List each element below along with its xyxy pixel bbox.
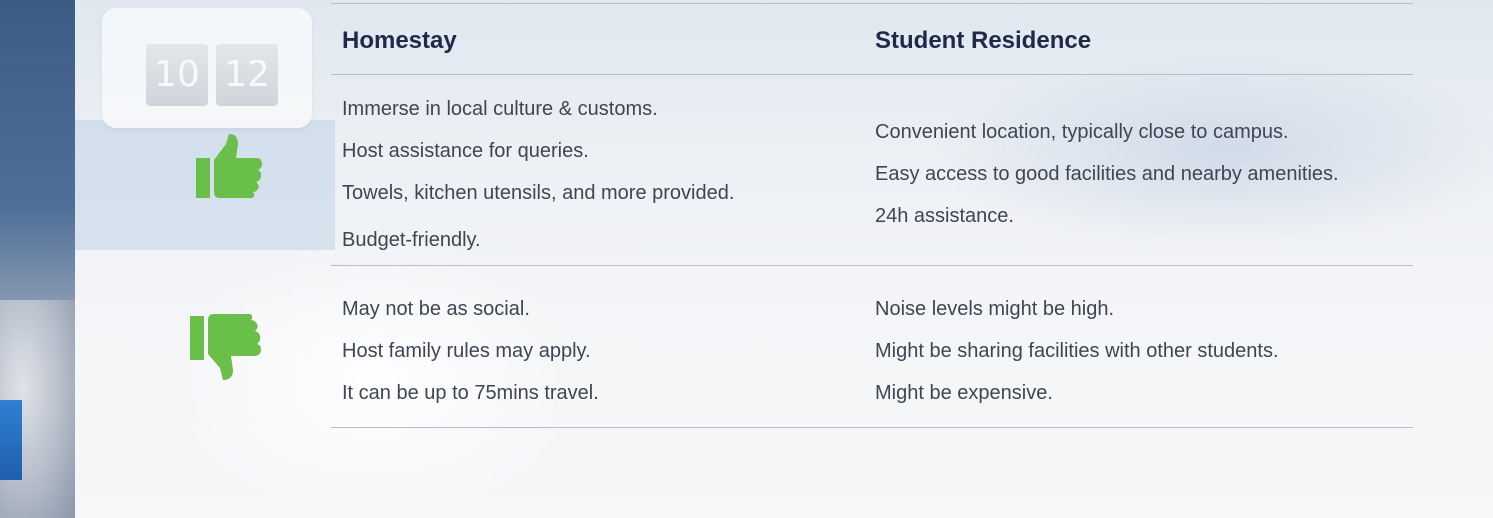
pro-residence-item: Easy access to good facilities and nearb… — [875, 163, 1339, 185]
homestay-heading: Homestay — [342, 27, 457, 54]
con-homestay-item: It can be up to 75mins travel. — [342, 382, 599, 404]
pro-homestay-item: Immerse in local culture & customs. — [342, 98, 658, 120]
pro-homestay-item: Budget-friendly. — [342, 229, 481, 251]
header-rule — [331, 74, 1413, 75]
con-homestay-item: Host family rules may apply. — [342, 340, 591, 362]
residence-heading: Student Residence — [875, 27, 1092, 54]
background-overlay — [75, 0, 1493, 518]
comparison-page: 10 12 Homestay Student Residence Immerse… — [0, 0, 1493, 518]
con-residence-item: Might be sharing facilities with other s… — [875, 340, 1279, 362]
table-bottom-rule — [331, 427, 1413, 428]
con-residence-item: Might be expensive. — [875, 382, 1053, 404]
thumbs-down-icon — [190, 314, 262, 385]
thumbs-up-icon — [196, 134, 262, 205]
con-residence-item: Noise levels might be high. — [875, 298, 1115, 320]
con-homestay-item: May not be as social. — [342, 298, 530, 320]
pros-cons-rule — [331, 265, 1413, 266]
pro-residence-item: Convenient location, typically close to … — [875, 121, 1289, 143]
pro-homestay-item: Host assistance for queries. — [342, 140, 589, 162]
table-top-rule — [331, 3, 1413, 4]
background-photo-left — [0, 0, 75, 518]
pro-homestay-item: Towels, kitchen utensils, and more provi… — [342, 182, 735, 204]
pro-residence-item: 24h assistance. — [875, 205, 1014, 227]
background-blue-object — [0, 400, 22, 480]
